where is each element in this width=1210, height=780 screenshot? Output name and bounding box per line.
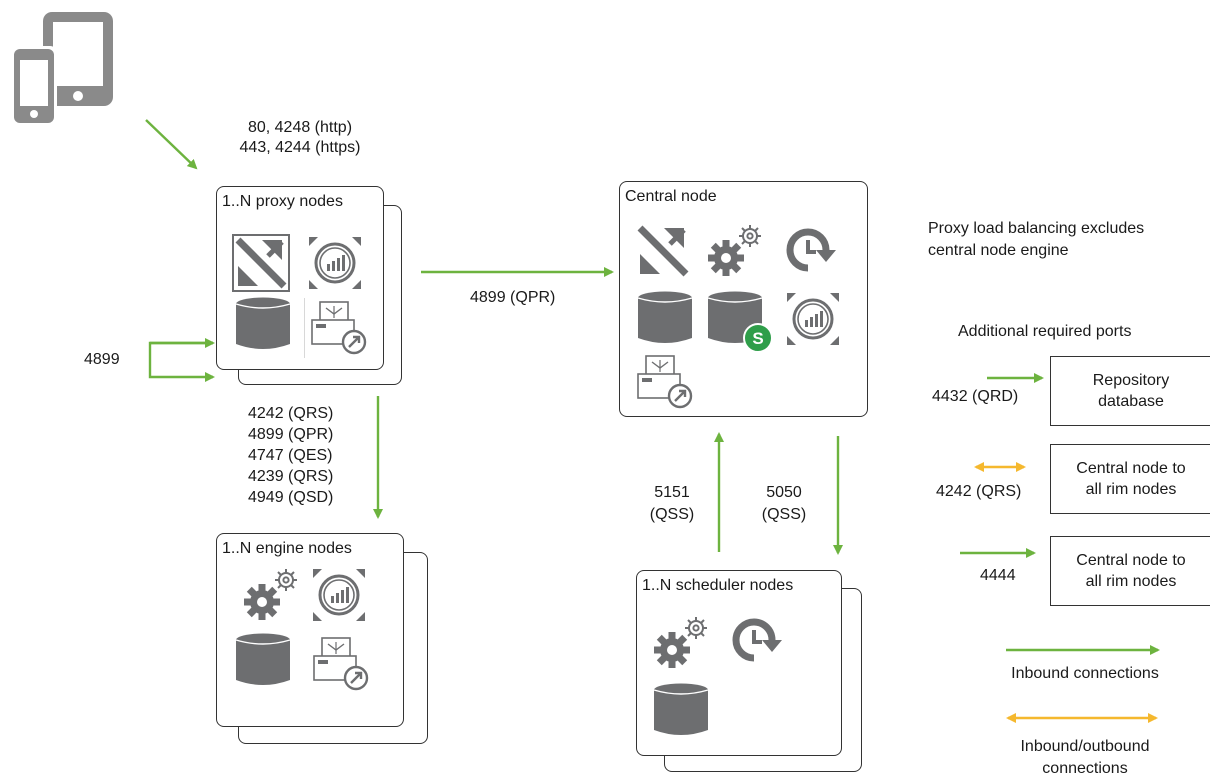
printing-service-icon: [304, 298, 367, 358]
port-line: 4242 (QRS): [248, 405, 334, 422]
engine-chart-icon: [787, 293, 839, 345]
port-line: 4899 (QPR): [248, 426, 334, 443]
port-service: (QSS): [761, 506, 807, 523]
proxy-arrows-icon: [232, 234, 290, 292]
database-icon: [235, 633, 291, 685]
database-icon: [235, 297, 291, 349]
mobile-devices-icon: [11, 12, 113, 126]
client-ports-label: 80, 4248 (http) 443, 4244 (https): [200, 118, 400, 158]
engine-chart-icon: [313, 569, 365, 621]
svg-text:S: S: [752, 329, 763, 348]
additional-port-label: 4242 (QRS): [936, 483, 1022, 500]
database-icon: [653, 683, 709, 735]
printing-service-icon: [637, 355, 693, 409]
box-line: all rim nodes: [1085, 573, 1177, 590]
additional-port-label: 4432 (QRD): [932, 388, 1019, 405]
engine-node-title: 1..N engine nodes: [222, 540, 352, 557]
load-balancing-note: Proxy load balancing excludes central no…: [928, 218, 1144, 262]
box-line: Central node to: [1076, 552, 1186, 569]
port-line: 4239 (QRS): [248, 468, 334, 485]
box-line: Repository: [1092, 372, 1170, 389]
proxy-self-loop-arrow: [148, 341, 215, 382]
port-number: 5151: [654, 484, 690, 501]
box-line: Central node to: [1076, 460, 1186, 477]
gears-icon: [244, 569, 297, 620]
port-service: (QSS): [649, 506, 695, 523]
legend-bidirectional-label: Inbound/outbound connections: [990, 736, 1180, 780]
engine-node-card: 1..N engine nodes: [216, 533, 404, 727]
scheduler-node-title: 1..N scheduler nodes: [642, 577, 794, 594]
printing-service-icon: [313, 637, 369, 691]
central-to-rim-box: Central node to all rim nodes: [1050, 536, 1210, 606]
proxy-node-title: 1..N proxy nodes: [222, 193, 343, 210]
legend-line: Inbound/outbound: [1020, 738, 1150, 755]
database-icon: [637, 291, 693, 343]
qlik-database-icon: S: [707, 291, 773, 353]
box-line: all rim nodes: [1085, 481, 1177, 498]
client-to-proxy-arrow: [145, 119, 198, 170]
note-line: Proxy load balancing excludes: [928, 220, 1145, 237]
connector-layer: [145, 119, 1160, 723]
proxy-self-port-label: 4899: [84, 351, 120, 368]
gears-icon: [708, 225, 761, 276]
additional-ports-title: Additional required ports: [958, 323, 1132, 340]
port-line: 4747 (QES): [248, 447, 333, 464]
legend-inbound-label: Inbound connections: [1011, 665, 1159, 682]
proxy-to-central-port-label: 4899 (QPR): [470, 289, 556, 306]
proxy-to-engine-ports: 4242 (QRS) 4899 (QPR) 4747 (QES) 4239 (Q…: [248, 403, 333, 508]
port-number: 5050: [766, 484, 802, 501]
gears-icon: [654, 617, 707, 668]
scheduler-down-port-label: 5050 (QSS): [748, 482, 820, 526]
scheduler-clock-icon: [786, 228, 836, 272]
proxy-arrows-icon: [637, 225, 689, 277]
central-to-rim-box: Central node to all rim nodes: [1050, 444, 1210, 514]
port-line: 4949 (QSD): [248, 489, 334, 506]
note-line: central node engine: [928, 242, 1069, 259]
engine-chart-icon: [309, 237, 361, 289]
repository-database-box: Repository database: [1050, 356, 1210, 426]
additional-port-label: 4444: [980, 567, 1016, 584]
client-http-ports: 80, 4248 (http): [247, 119, 353, 136]
scheduler-up-port-label: 5151 (QSS): [636, 482, 708, 526]
client-https-ports: 443, 4244 (https): [239, 139, 361, 156]
central-node-title: Central node: [625, 188, 717, 205]
scheduler-clock-icon: [732, 618, 782, 662]
legend-line: connections: [1042, 760, 1128, 777]
box-line: database: [1098, 393, 1164, 410]
